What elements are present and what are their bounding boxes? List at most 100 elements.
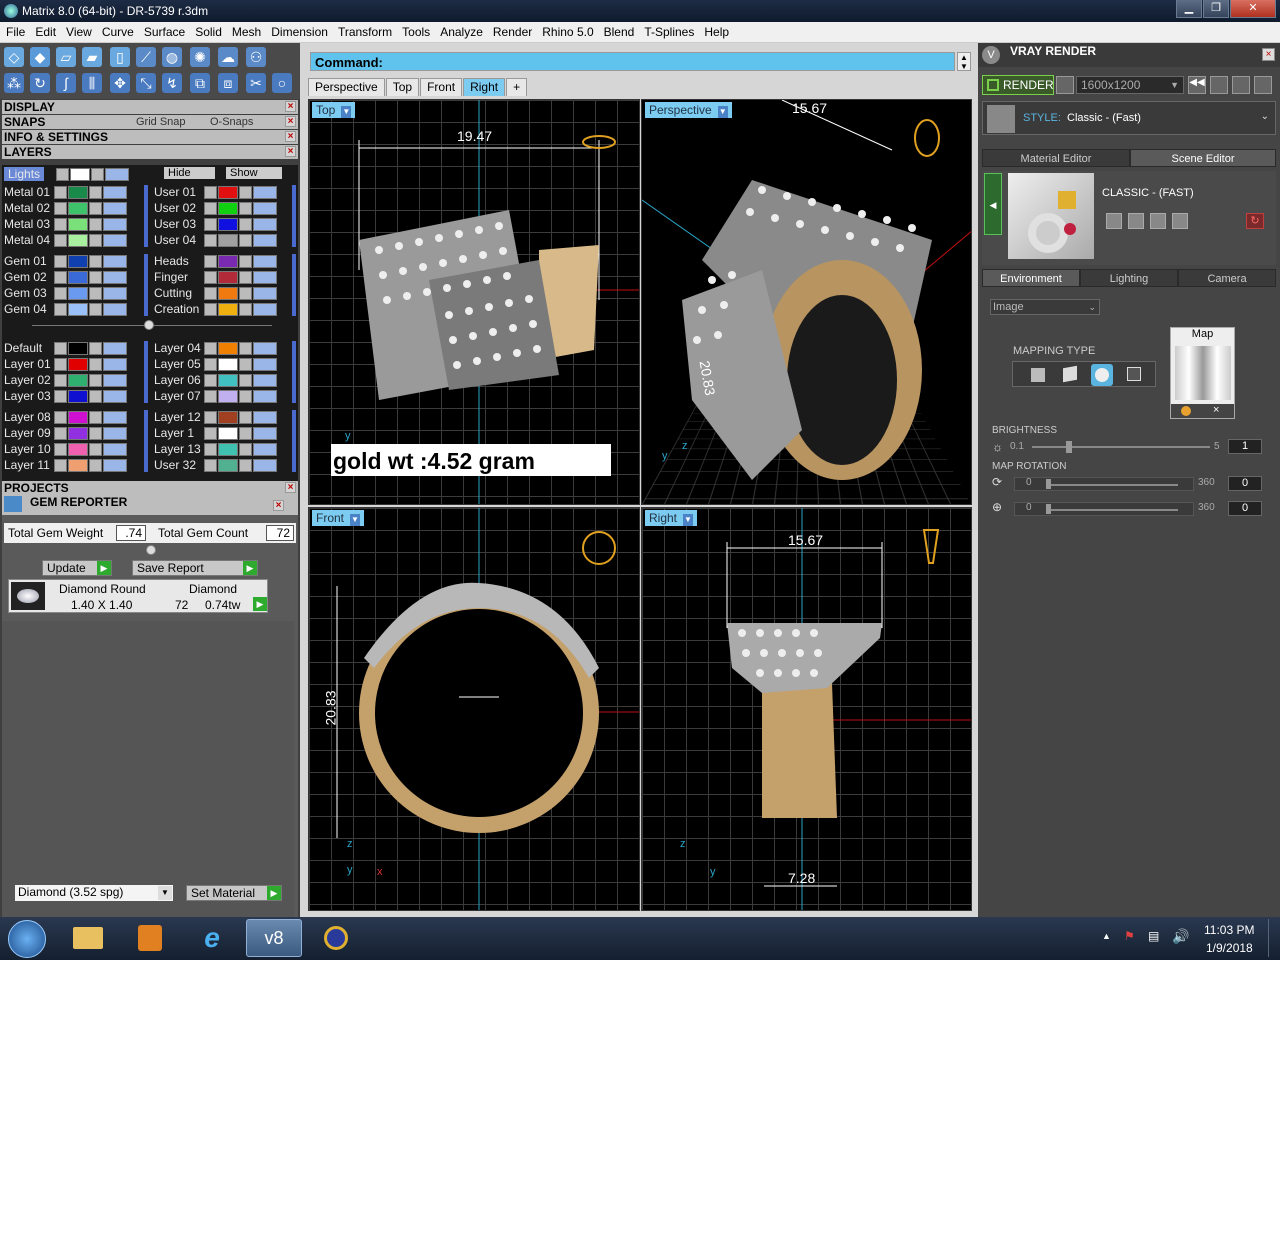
visibility-icon[interactable] (253, 303, 277, 316)
tab-add[interactable]: + (506, 78, 528, 96)
gemvision-taskbar-icon[interactable] (308, 919, 364, 957)
visibility-icon[interactable] (103, 234, 127, 247)
layer-row[interactable]: User 04 (152, 233, 298, 248)
tab-top[interactable]: Top (385, 78, 420, 96)
layer-controls[interactable] (54, 411, 127, 424)
tab-right[interactable]: Right (463, 78, 506, 96)
visibility-icon[interactable] (253, 358, 277, 371)
list-icon[interactable] (1232, 76, 1250, 94)
tab-camera[interactable]: Camera (1178, 269, 1276, 287)
tray-expand-icon[interactable]: ▲ (1102, 931, 1111, 941)
lock-icon[interactable] (239, 303, 252, 316)
close-icon[interactable]: × (273, 500, 284, 511)
layer-controls[interactable] (54, 234, 127, 247)
layer-controls[interactable] (54, 218, 127, 231)
tab-perspective[interactable]: Perspective (308, 78, 385, 96)
layer-controls[interactable] (204, 427, 277, 440)
scale-tool-icon[interactable]: ⤡ (136, 73, 156, 93)
lock-icon[interactable] (239, 390, 252, 403)
lock-icon[interactable] (89, 390, 102, 403)
lock-icon[interactable] (239, 202, 252, 215)
layer-controls[interactable] (204, 218, 277, 231)
layer-row[interactable]: User 01 (152, 185, 298, 200)
layer-color-swatch[interactable] (218, 443, 238, 456)
menu-transform[interactable]: Transform (334, 22, 398, 42)
layer-row[interactable]: Layer 06 (152, 373, 298, 388)
menu-edit[interactable]: Edit (31, 22, 62, 42)
visibility-icon[interactable] (103, 443, 127, 456)
viewport-label-perspective[interactable]: Perspective ▼ (645, 102, 732, 118)
visibility-icon[interactable] (253, 411, 277, 424)
layer-row[interactable]: User 03 (152, 217, 298, 232)
visibility-icon[interactable] (103, 427, 127, 440)
action-center-icon[interactable]: ⚑ (1124, 929, 1135, 943)
lock-icon[interactable] (89, 342, 102, 355)
layer-controls[interactable] (204, 186, 277, 199)
render-button[interactable]: RENDER (982, 75, 1054, 95)
tab-environment[interactable]: Environment (982, 269, 1080, 287)
close-icon[interactable]: × (285, 482, 296, 493)
close-icon[interactable]: × (285, 101, 296, 112)
expand-icon[interactable] (54, 390, 67, 403)
lock-icon[interactable] (239, 287, 252, 300)
layer-row[interactable]: Layer 13 (152, 442, 298, 457)
layer-row[interactable]: Layer 10 (2, 442, 148, 457)
viewport-label-front[interactable]: Front ▼ (312, 510, 365, 526)
menu-blend[interactable]: Blend (600, 22, 641, 42)
shank-tool-icon[interactable]: ▱ (56, 47, 76, 67)
layer-controls[interactable] (54, 202, 127, 215)
layer-color-swatch[interactable] (218, 411, 238, 424)
brightness-slider[interactable]: ☼ 0.1 5 1 (992, 439, 1264, 455)
layer-color-swatch[interactable] (68, 255, 88, 268)
curve-tool-icon[interactable]: ∫ (56, 73, 76, 93)
gem-report-row[interactable]: Diamond Round 1.40 X 1.40 Diamond 72 0.7… (8, 579, 268, 613)
gear-icon[interactable]: ✺ (190, 47, 210, 67)
lock-icon[interactable] (239, 218, 252, 231)
lock-icon[interactable] (239, 271, 252, 284)
layer-row[interactable]: Gem 03 (2, 286, 148, 301)
layer-color-swatch[interactable] (68, 427, 88, 440)
lock-icon[interactable] (89, 443, 102, 456)
menu-tools[interactable]: Tools (398, 22, 436, 42)
profile-tool-icon[interactable]: ▰ (82, 47, 102, 67)
rewind-icon[interactable]: ◀◀ (1188, 76, 1206, 94)
expand-icon[interactable] (54, 287, 67, 300)
show-desktop-button[interactable] (1268, 919, 1278, 957)
update-button[interactable]: Update ▶ (42, 560, 112, 576)
media-player-taskbar-icon[interactable] (122, 919, 178, 957)
viewport-label-right[interactable]: Right ▼ (645, 510, 698, 526)
lock-icon[interactable] (89, 358, 102, 371)
visibility-icon[interactable] (253, 202, 277, 215)
expand-icon[interactable] (204, 374, 217, 387)
save-report-button[interactable]: Save Report ▶ (132, 560, 258, 576)
sphere-map-icon[interactable] (1091, 364, 1113, 386)
layer-color-swatch[interactable] (68, 411, 88, 424)
lock-icon[interactable] (89, 459, 102, 472)
visibility-icon[interactable] (103, 271, 127, 284)
lock-icon[interactable] (239, 358, 252, 371)
visibility-icon[interactable] (103, 342, 127, 355)
expand-icon[interactable] (204, 427, 217, 440)
layer-color-swatch[interactable] (218, 358, 238, 371)
remove-icon[interactable]: × (1213, 404, 1219, 416)
expand-icon[interactable] (54, 443, 67, 456)
lock-icon[interactable] (239, 255, 252, 268)
refresh-icon[interactable]: ↻ (1246, 213, 1264, 229)
layer-color-swatch[interactable] (218, 218, 238, 231)
layer-row[interactable]: Creation (152, 302, 298, 317)
layer-row[interactable]: Layer 03 (2, 389, 148, 404)
visibility-icon[interactable] (103, 459, 127, 472)
array-tool-icon[interactable]: ⫼ (82, 73, 102, 93)
color-picker-icon[interactable] (1181, 406, 1191, 416)
visibility-icon[interactable] (253, 255, 277, 268)
volume-icon[interactable]: 🔊 (1172, 928, 1189, 945)
layers-collapse-icon[interactable] (144, 320, 154, 330)
lock-icon[interactable] (89, 411, 102, 424)
layer-controls[interactable] (54, 358, 127, 371)
show-button[interactable]: Show (226, 167, 282, 179)
pave-tool-icon[interactable]: ⟋ (136, 47, 156, 67)
layer-controls[interactable] (204, 255, 277, 268)
lock-icon[interactable] (89, 218, 102, 231)
maximize-button[interactable]: ❐ (1203, 0, 1229, 18)
viewport-perspective[interactable]: Perspective ▼ 15.67 20.83 z y (641, 99, 972, 505)
